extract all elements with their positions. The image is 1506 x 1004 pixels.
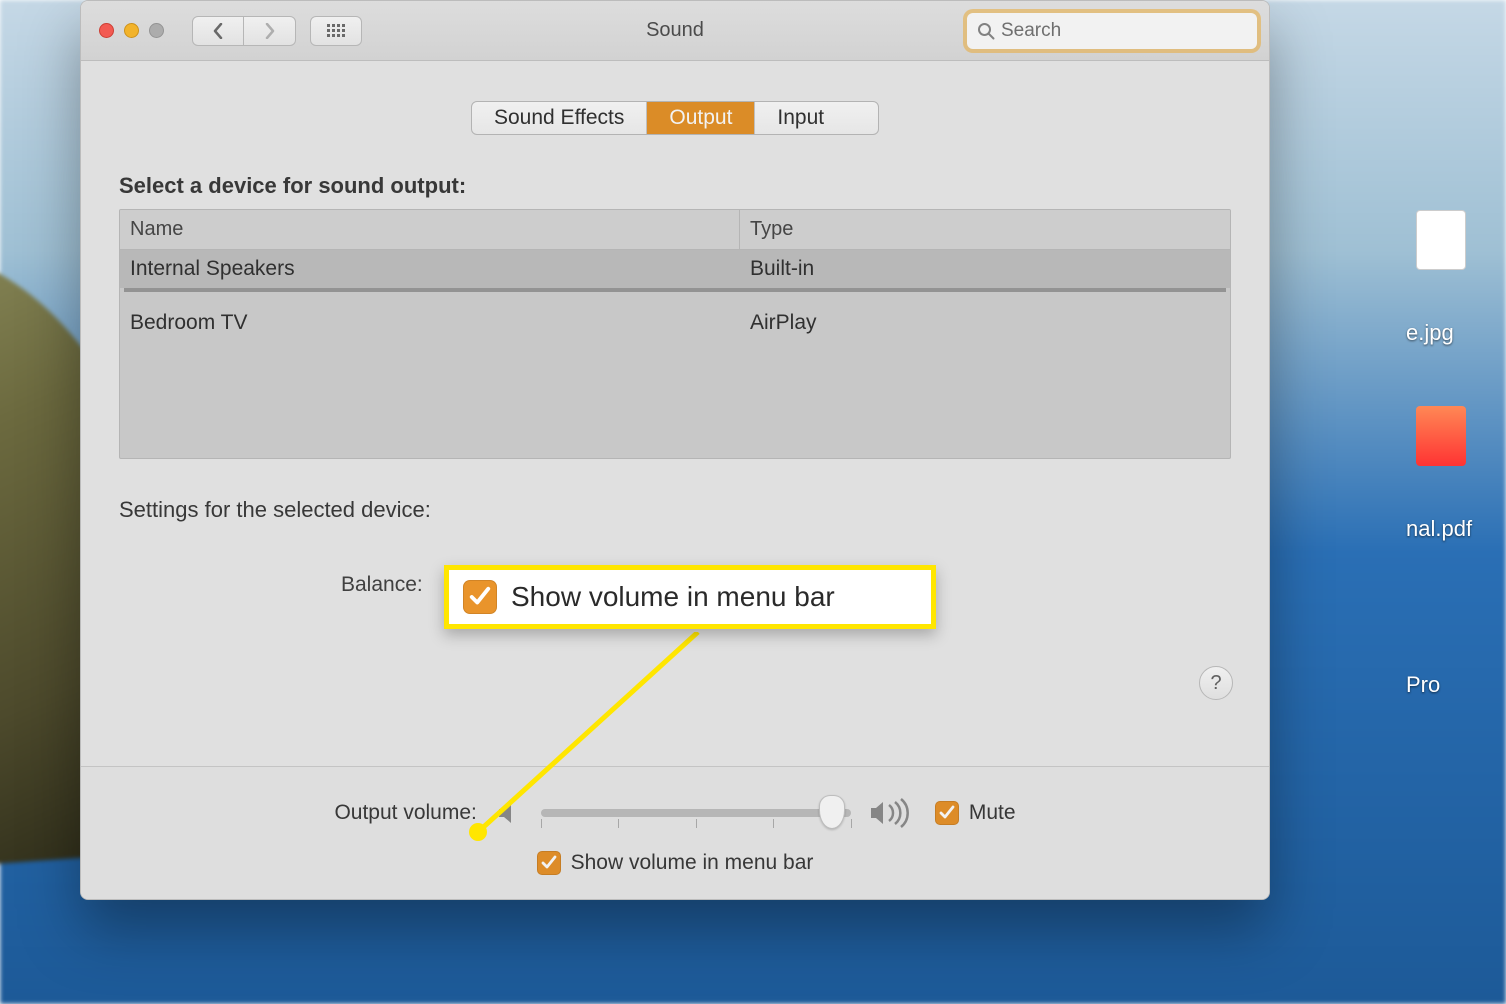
output-volume-label: Output volume: xyxy=(334,801,476,825)
search-input[interactable] xyxy=(1001,20,1247,42)
chevron-right-icon xyxy=(264,23,276,39)
show-volume-menubar-label: Show volume in menu bar xyxy=(571,851,814,875)
slider-tick xyxy=(773,819,774,828)
slider-tick xyxy=(696,819,697,828)
column-header-name[interactable]: Name xyxy=(120,210,740,249)
sound-preferences-window: Sound Sound Effects Output Input Select … xyxy=(80,0,1270,900)
checkbox-checked-icon xyxy=(935,801,959,825)
selection-underline xyxy=(124,288,1226,292)
search-icon xyxy=(977,22,995,40)
device-type-cell: AirPlay xyxy=(740,304,1230,342)
speaker-low-icon xyxy=(495,799,523,827)
tab-output[interactable]: Output xyxy=(647,102,755,134)
checkbox-checked-icon xyxy=(537,851,561,875)
column-header-type[interactable]: Type xyxy=(740,210,1230,249)
balance-label: Balance: xyxy=(341,573,423,597)
titlebar: Sound xyxy=(81,1,1269,61)
minimize-window-button[interactable] xyxy=(124,23,139,38)
desktop-file-icon[interactable] xyxy=(1416,406,1466,466)
desktop-file-icon[interactable] xyxy=(1416,210,1466,270)
table-row[interactable]: Bedroom TV AirPlay xyxy=(120,304,1230,342)
navigation-buttons xyxy=(192,16,296,46)
settings-heading: Settings for the selected device: xyxy=(119,497,1231,523)
forward-button[interactable] xyxy=(244,16,296,46)
device-table: Name Type Internal Speakers Built-in Bed… xyxy=(119,209,1231,459)
grid-icon xyxy=(327,24,345,38)
speaker-high-icon xyxy=(869,797,917,829)
annotation-callout: Show volume in menu bar xyxy=(444,565,936,629)
device-type-cell: Built-in xyxy=(740,250,1230,288)
show-volume-menubar-row: Show volume in menu bar xyxy=(81,851,1269,875)
desktop-file-label: Pro xyxy=(1406,672,1440,698)
output-volume-row: Output volume: xyxy=(81,797,1269,829)
device-section-heading: Select a device for sound output: xyxy=(119,173,1231,199)
table-row[interactable]: Internal Speakers Built-in xyxy=(120,250,1230,288)
checkbox-checked-icon xyxy=(463,580,497,614)
slider-tick xyxy=(851,819,852,828)
volume-slider-thumb[interactable] xyxy=(819,795,845,829)
desktop-file-label: nal.pdf xyxy=(1406,516,1472,542)
chevron-left-icon xyxy=(212,23,224,39)
back-button[interactable] xyxy=(192,16,244,46)
zoom-window-button[interactable] xyxy=(149,23,164,38)
device-name-cell: Bedroom TV xyxy=(120,304,740,342)
search-field[interactable] xyxy=(967,13,1257,49)
slider-tick xyxy=(541,819,542,828)
mute-checkbox[interactable]: Mute xyxy=(935,801,1016,825)
tab-input[interactable]: Input xyxy=(755,102,846,134)
show-all-button[interactable] xyxy=(310,16,362,46)
show-volume-menubar-checkbox[interactable]: Show volume in menu bar xyxy=(537,851,814,875)
tab-sound-effects[interactable]: Sound Effects xyxy=(472,102,647,134)
annotation-callout-label: Show volume in menu bar xyxy=(511,581,835,613)
table-body: Internal Speakers Built-in Bedroom TV Ai… xyxy=(120,250,1230,342)
close-window-button[interactable] xyxy=(99,23,114,38)
desktop-icons-strip: e.jpg nal.pdf Pro xyxy=(1406,200,1506,1000)
device-name-cell: Internal Speakers xyxy=(120,250,740,288)
volume-slider[interactable] xyxy=(541,809,851,817)
content-area: Sound Effects Output Input Select a devi… xyxy=(81,101,1269,597)
mute-label: Mute xyxy=(969,801,1016,825)
desktop-file-label: e.jpg xyxy=(1406,320,1454,346)
window-controls xyxy=(99,23,164,38)
slider-tick xyxy=(618,819,619,828)
help-button[interactable]: ? xyxy=(1199,666,1233,700)
footer: Output volume: xyxy=(81,766,1269,899)
table-header: Name Type xyxy=(120,210,1230,250)
tab-bar: Sound Effects Output Input xyxy=(471,101,879,135)
